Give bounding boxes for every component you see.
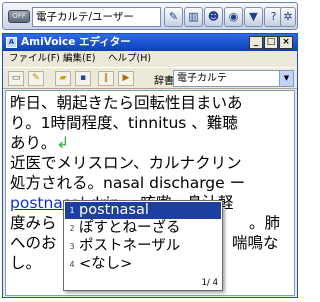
candidate-list-popup: 1 postnasal 2 ぽすとねーざる 3 ポストネーザル 4 <なし> 1/ 4 xyxy=(63,200,223,291)
save-icon[interactable]: ▪ xyxy=(75,71,91,86)
text-line: 喘鳴な xyxy=(232,234,279,252)
menu-file[interactable]: ファイル(F) xyxy=(9,51,60,67)
open-folder-icon[interactable]: ▰ xyxy=(55,71,71,86)
person-icon[interactable]: ☻ xyxy=(204,7,223,27)
onoff-toggle[interactable]: OFF xyxy=(8,10,30,23)
candidate-number: 3 xyxy=(69,242,75,251)
enter-mark-icon: ↲ xyxy=(56,134,70,152)
maximize-button[interactable]: □ xyxy=(264,36,278,49)
play-icon[interactable]: ▶ xyxy=(118,71,134,86)
text-line: 。肺 xyxy=(249,214,281,232)
pencil-icon[interactable]: ✎ xyxy=(164,7,183,27)
candidate-number: 1 xyxy=(69,206,75,215)
menu-bar: ファイル(F) 編集(E) ヘルプ(H) xyxy=(3,51,297,67)
text-line: 処方される。nasal discharge ー xyxy=(10,174,246,192)
candidate-item[interactable]: 4 <なし> xyxy=(65,256,221,273)
app-icon: A xyxy=(6,37,17,48)
text-line: し。 xyxy=(10,254,42,272)
edit-icon[interactable]: ✎ xyxy=(28,71,44,86)
dictionary-label: 辞書 xyxy=(154,76,174,87)
editor-toolbar: ▭ ✎ ▰ ▪ ‖ ▶ 辞書 電子カルテ ▼ xyxy=(3,67,297,89)
candidate-number: 4 xyxy=(69,260,75,269)
dictionary-selector[interactable]: 電子カルテ/ユーザー xyxy=(32,7,161,27)
text-line: り。1時間程度、tinnitus 、難聴 xyxy=(10,114,238,132)
candidate-page-indicator: 1/ 4 xyxy=(201,278,218,288)
text-line: あり。↲ xyxy=(10,133,69,153)
download-icon[interactable]: ▼ xyxy=(244,7,263,27)
text-line: 近医でメリスロン、カルナクリン xyxy=(10,154,242,172)
candidate-item[interactable]: 2 ぽすとねーざる xyxy=(65,220,221,237)
close-button[interactable]: × xyxy=(279,36,293,49)
menu-edit[interactable]: 編集(E) xyxy=(63,51,95,67)
candidate-item[interactable]: 1 postnasal xyxy=(65,202,221,219)
amivoice-toolbar: OFF 電子カルテ/ユーザー ✎ ▥ ☻ ◉ ▼ ? ✲ xyxy=(2,2,298,30)
candidate-number: 2 xyxy=(69,224,75,233)
window-title: AmiVoice エディター xyxy=(21,36,131,48)
candidate-item[interactable]: 3 ポストネーザル xyxy=(65,238,221,255)
book-icon[interactable]: ▥ xyxy=(184,7,203,27)
title-bar[interactable]: A AmiVoice エディター _ □ × xyxy=(3,34,297,51)
text-fragment: あり。 xyxy=(10,134,57,152)
text-line: 度みら xyxy=(10,214,57,232)
dictionary-value: 電子カルテ xyxy=(177,73,227,84)
chevron-down-icon[interactable]: ▼ xyxy=(279,71,293,86)
new-doc-icon[interactable]: ▭ xyxy=(8,71,24,86)
menu-help[interactable]: ヘルプ(H) xyxy=(108,51,151,67)
dictionary-dropdown[interactable]: 電子カルテ ▼ xyxy=(173,70,294,87)
text-line: へのお xyxy=(10,234,57,252)
text-line: 昨日、朝起きたら回転性目まいあ xyxy=(10,94,243,112)
candidate-text: <なし> xyxy=(79,256,133,272)
minimize-button[interactable]: _ xyxy=(249,36,263,49)
microphone-icon[interactable]: ◉ xyxy=(224,7,243,27)
candidate-text: postnasal xyxy=(79,202,149,218)
candidate-text: ぽすとねーざる xyxy=(79,220,181,236)
settings-icon[interactable]: ✲ xyxy=(280,7,296,27)
pause-icon[interactable]: ‖ xyxy=(98,71,114,86)
candidate-text: ポストネーザル xyxy=(79,238,181,254)
